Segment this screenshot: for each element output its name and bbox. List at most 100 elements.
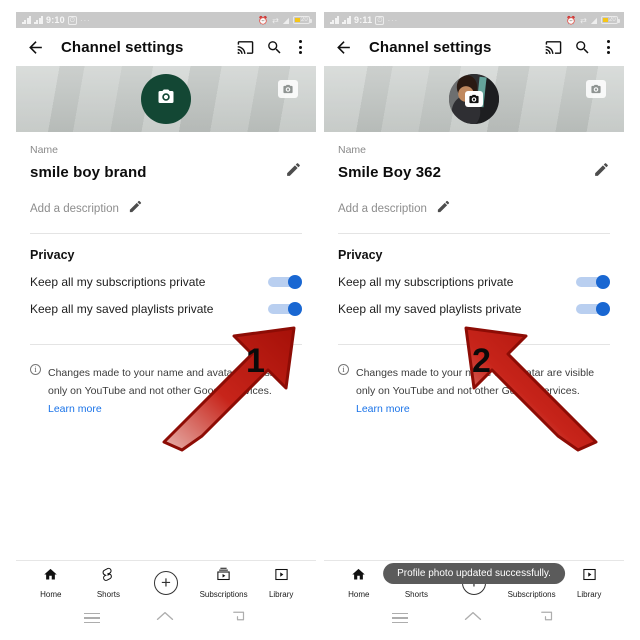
info-icon: i bbox=[30, 364, 41, 375]
pref-playlists-private[interactable]: Keep all my saved playlists private bbox=[16, 289, 316, 316]
signal-bars-icon-1 bbox=[330, 16, 339, 24]
subscriptions-private-toggle[interactable] bbox=[576, 275, 610, 289]
playlists-private-toggle[interactable] bbox=[268, 302, 302, 316]
back-arrow-icon[interactable] bbox=[334, 38, 353, 57]
nav-home[interactable]: Home bbox=[22, 567, 80, 599]
back-nav-icon[interactable] bbox=[230, 609, 248, 628]
channel-banner[interactable] bbox=[324, 66, 624, 132]
nav-library[interactable]: Library bbox=[252, 567, 310, 599]
wifi-icon: ◢ bbox=[282, 15, 289, 25]
avatar-camera-icon bbox=[156, 88, 176, 111]
nav-shorts-label: Shorts bbox=[404, 589, 428, 599]
status-time: 9:10 bbox=[46, 15, 65, 25]
recents-icon[interactable] bbox=[391, 612, 408, 624]
search-icon[interactable] bbox=[266, 39, 283, 56]
cast-icon[interactable] bbox=[545, 39, 562, 56]
banner-camera-icon[interactable] bbox=[278, 80, 298, 98]
nav-shorts-label: Shorts bbox=[96, 589, 120, 599]
nav-subscriptions-label: Subscriptions bbox=[199, 589, 248, 599]
nav-subscriptions-label: Subscriptions bbox=[507, 589, 556, 599]
description-placeholder: Add a description bbox=[30, 203, 119, 215]
home-icon bbox=[43, 567, 58, 587]
subscriptions-icon bbox=[216, 567, 231, 587]
info-text: Changes made to your name and avatar are… bbox=[48, 367, 287, 397]
name-value: Smile Boy 362 bbox=[338, 163, 442, 181]
nav-create[interactable]: + bbox=[137, 570, 195, 595]
home-nav-icon[interactable] bbox=[463, 609, 483, 628]
status-more-dots: ··· bbox=[387, 15, 398, 25]
pref-subscriptions-private[interactable]: Keep all my subscriptions private bbox=[324, 262, 624, 289]
avatar-placeholder bbox=[141, 74, 191, 124]
subscriptions-private-toggle[interactable] bbox=[268, 275, 302, 289]
playlists-private-toggle[interactable] bbox=[576, 302, 610, 316]
name-edit-pencil-icon[interactable] bbox=[593, 161, 610, 183]
description-field[interactable]: Add a description bbox=[16, 183, 316, 219]
battery-level: 20 bbox=[301, 17, 308, 23]
avatar[interactable] bbox=[449, 74, 499, 124]
info-icon: i bbox=[338, 364, 349, 375]
description-edit-pencil-icon[interactable] bbox=[128, 199, 143, 219]
description-edit-pencil-icon[interactable] bbox=[436, 199, 451, 219]
cast-icon[interactable] bbox=[237, 39, 254, 56]
learn-more-link[interactable]: Learn more bbox=[48, 403, 102, 415]
signal-bars-icon-1 bbox=[22, 16, 31, 24]
description-field[interactable]: Add a description bbox=[324, 183, 624, 219]
overflow-menu-icon[interactable] bbox=[603, 40, 614, 54]
name-field[interactable]: Name Smile Boy 362 bbox=[324, 132, 624, 183]
name-value: smile boy brand bbox=[30, 163, 147, 181]
battery-level: 20 bbox=[609, 17, 616, 23]
info-note: i Changes made to your name and avatar a… bbox=[324, 345, 624, 417]
plus-icon: + bbox=[153, 570, 178, 595]
settings-content: Name Smile Boy 362 Add a description Pri… bbox=[324, 132, 624, 560]
shorts-icon bbox=[101, 567, 116, 587]
pref-playlists-private[interactable]: Keep all my saved playlists private bbox=[324, 289, 624, 316]
comparison-screenshot: 9:10 ⏱ ··· ⏰ ⇄ ◢ 20 Channel settings Nam… bbox=[0, 0, 640, 640]
back-nav-icon[interactable] bbox=[538, 609, 556, 628]
back-arrow-icon[interactable] bbox=[26, 38, 45, 57]
channel-banner[interactable] bbox=[16, 66, 316, 132]
nav-subscriptions[interactable]: Subscriptions bbox=[195, 567, 253, 599]
nav-home-label: Home bbox=[348, 589, 370, 599]
nav-home[interactable]: Home bbox=[330, 567, 388, 599]
phone-screen-before: 9:10 ⏱ ··· ⏰ ⇄ ◢ 20 Channel settings Nam… bbox=[16, 12, 316, 632]
nav-library-label: Library bbox=[268, 589, 294, 599]
learn-more-link[interactable]: Learn more bbox=[356, 403, 410, 415]
battery-icon: 20 bbox=[293, 16, 312, 24]
name-field[interactable]: Name smile boy brand bbox=[16, 132, 316, 183]
data-speed-icon: ⇄ bbox=[272, 15, 279, 25]
status-time: 9:11 bbox=[354, 15, 373, 25]
overflow-menu-icon[interactable] bbox=[295, 40, 306, 54]
status-bar: 9:11 ⏱ ··· ⏰ ⇄ ◢ 20 bbox=[324, 12, 624, 28]
clock-icon: ⏰ bbox=[566, 15, 577, 25]
clock-icon: ⏰ bbox=[258, 15, 269, 25]
nav-library[interactable]: Library bbox=[560, 567, 618, 599]
nav-home-label: Home bbox=[40, 589, 62, 599]
privacy-section-title: Privacy bbox=[338, 248, 383, 262]
signal-bars-icon-2 bbox=[34, 16, 43, 24]
nav-shorts[interactable]: Shorts bbox=[80, 567, 138, 599]
status-more-dots: ··· bbox=[79, 15, 91, 25]
library-icon bbox=[582, 567, 597, 587]
status-bar: 9:10 ⏱ ··· ⏰ ⇄ ◢ 20 bbox=[16, 12, 316, 28]
bottom-navigation: Profile photo updated successfully. Home… bbox=[324, 560, 624, 604]
pref-label: Keep all my subscriptions private bbox=[338, 275, 514, 289]
library-icon bbox=[274, 567, 289, 587]
toast-message: Profile photo updated successfully. bbox=[383, 563, 565, 584]
system-navigation-bar bbox=[324, 604, 624, 632]
name-edit-pencil-icon[interactable] bbox=[285, 161, 302, 183]
alarm-icon: ⏱ bbox=[67, 15, 77, 25]
avatar-camera-icon[interactable] bbox=[465, 91, 483, 107]
home-nav-icon[interactable] bbox=[155, 609, 175, 628]
app-toolbar: Channel settings bbox=[16, 28, 316, 66]
banner-camera-icon[interactable] bbox=[586, 80, 606, 98]
signal-bars-icon-2 bbox=[342, 16, 351, 24]
recents-icon[interactable] bbox=[83, 612, 100, 624]
privacy-section-title: Privacy bbox=[30, 248, 75, 262]
battery-icon: 20 bbox=[601, 16, 620, 24]
search-icon[interactable] bbox=[574, 39, 591, 56]
pref-label: Keep all my saved playlists private bbox=[338, 302, 522, 316]
alarm-icon: ⏱ bbox=[375, 15, 385, 25]
phone-screen-after: 9:11 ⏱ ··· ⏰ ⇄ ◢ 20 Channel settings Nam… bbox=[324, 12, 624, 632]
pref-subscriptions-private[interactable]: Keep all my subscriptions private bbox=[16, 262, 316, 289]
avatar[interactable] bbox=[141, 74, 191, 124]
